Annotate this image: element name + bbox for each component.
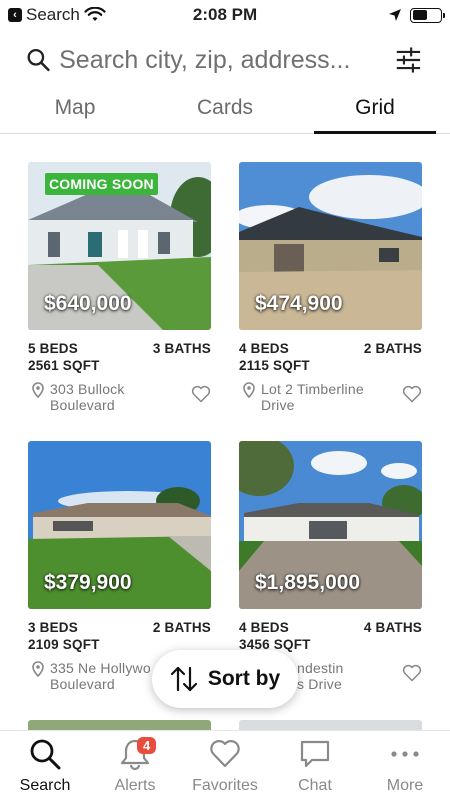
listing-grid: COMING SOON $640,000 5 BEDS 3 BATHS 2561… (28, 162, 422, 720)
address-line-2: s Drive (297, 676, 342, 692)
listing-baths: 2 BATHS (152, 620, 211, 635)
status-time: 2:08 PM (192, 5, 258, 24)
listing-photo[interactable]: $474,900 (239, 162, 422, 330)
nav-search-label: Search (19, 777, 71, 794)
nav-alerts[interactable]: 4 Alerts (90, 731, 180, 800)
search-bar (0, 38, 450, 82)
alerts-count-badge: 4 (137, 737, 157, 754)
sort-by-label: Sort by (207, 667, 281, 690)
sort-by-button[interactable]: Sort by (152, 650, 298, 708)
address-line-2: Drive (261, 397, 295, 413)
nav-chat[interactable]: Chat (270, 731, 360, 800)
listing-photo[interactable]: $379,900 (28, 441, 211, 609)
back-app-label: Search (26, 5, 80, 24)
listing-beds: 4 BEDS (239, 620, 289, 635)
nav-favorites[interactable]: Favorites (180, 731, 270, 800)
listing-address: 303 Bullock Boulevard (50, 381, 191, 413)
listing-card[interactable]: COMING SOON $640,000 5 BEDS 3 BATHS 2561… (28, 162, 211, 441)
listing-beds: 5 BEDS (28, 341, 78, 356)
listing-specs: 5 BEDS 3 BATHS 2561 SQFT (28, 340, 211, 374)
location-arrow-icon (389, 9, 401, 21)
listing-card[interactable]: $474,900 4 BEDS 2 BATHS 2115 SQFT Lot 2 … (239, 162, 422, 441)
coming-soon-badge: COMING SOON (45, 173, 158, 195)
status-bar: ‹ Search 2:08 PM (0, 0, 450, 30)
battery-icon (410, 7, 445, 23)
heart-icon (210, 740, 240, 768)
address-line-1: 303 Bullock (50, 381, 125, 397)
nav-more-label: More (386, 777, 424, 794)
nav-alerts-label: Alerts (114, 777, 156, 794)
favorite-heart-icon[interactable] (402, 664, 422, 682)
listing-photo[interactable]: $1,895,000 (239, 441, 422, 609)
listing-price: $1,895,000 (255, 571, 361, 594)
more-icon (391, 751, 419, 757)
nav-favorites-label: Favorites (192, 777, 258, 794)
location-pin-icon (32, 382, 44, 398)
search-icon (27, 48, 50, 72)
back-arrow-icon: ‹ (8, 8, 22, 22)
listing-baths: 2 BATHS (363, 341, 422, 356)
listing-price: $640,000 (44, 292, 132, 315)
bottom-nav: Search 4 Alerts Favorites Chat More (0, 730, 450, 800)
view-tabs: Map Cards Grid (0, 92, 450, 134)
listing-specs: 3 BEDS 2 BATHS 2109 SQFT (28, 619, 211, 653)
address-line-1: Lot 2 Timberline (261, 381, 364, 397)
location-pin-icon (243, 382, 255, 398)
listing-price: $474,900 (255, 292, 343, 315)
listing-address: Lot 2 Timberline Drive (261, 381, 402, 413)
chat-icon (300, 740, 330, 768)
sort-arrows-icon (170, 666, 197, 692)
filter-icon[interactable] (395, 45, 422, 75)
listing-sqft: 2115 SQFT (239, 358, 310, 373)
listing-baths: 4 BATHS (363, 620, 422, 635)
favorite-heart-icon[interactable] (402, 385, 422, 403)
nav-more[interactable]: More (360, 731, 450, 800)
back-to-app[interactable]: ‹ Search (8, 5, 158, 25)
search-icon (30, 739, 61, 770)
listing-sqft: 2561 SQFT (28, 358, 100, 373)
location-pin-icon (32, 661, 44, 677)
listing-specs: 4 BEDS 2 BATHS 2115 SQFT (239, 340, 422, 374)
listing-beds: 3 BEDS (28, 620, 78, 635)
address-line-2: Boulevard (50, 397, 115, 413)
listing-price: $379,900 (44, 571, 132, 594)
tab-grid[interactable]: Grid (300, 92, 450, 134)
listing-specs: 4 BEDS 4 BATHS 3456 SQFT (239, 619, 422, 653)
listing-baths: 3 BATHS (152, 341, 211, 356)
tab-cards[interactable]: Cards (150, 92, 300, 133)
listing-beds: 4 BEDS (239, 341, 289, 356)
listing-photo[interactable]: COMING SOON $640,000 (28, 162, 211, 330)
search-input[interactable] (59, 45, 382, 75)
favorite-heart-icon[interactable] (191, 385, 211, 403)
nav-search[interactable]: Search (0, 731, 90, 800)
address-line-1: ndestin (297, 660, 344, 676)
tab-map[interactable]: Map (0, 92, 150, 133)
wifi-icon (84, 7, 106, 21)
nav-chat-label: Chat (298, 777, 332, 794)
